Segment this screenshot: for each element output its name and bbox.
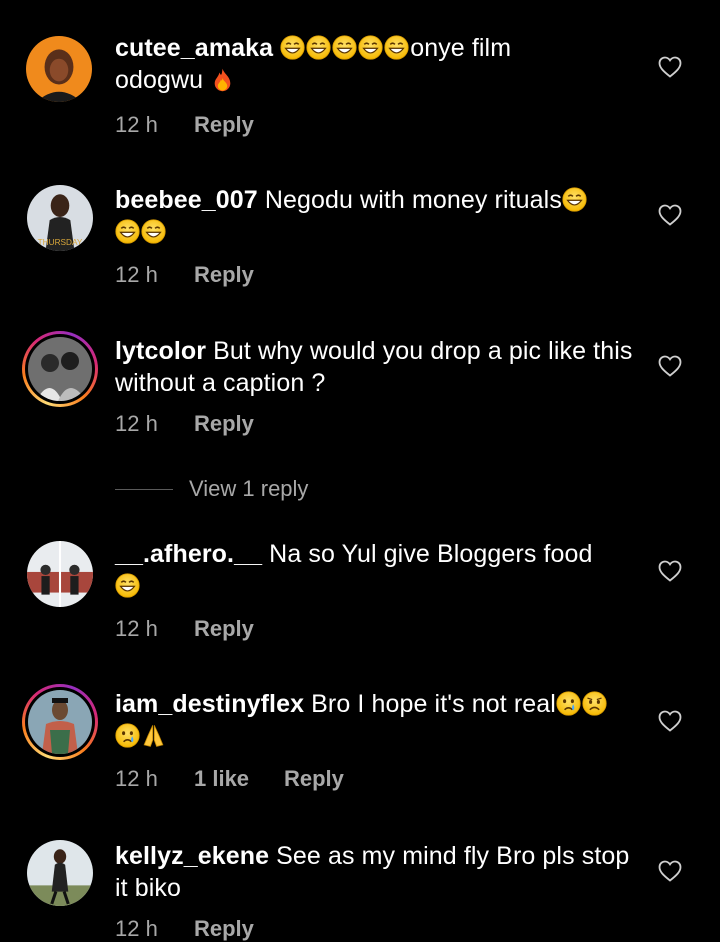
heart-outline-icon[interactable] <box>658 204 682 226</box>
comment-meta: 12 h Reply <box>115 916 254 942</box>
divider-line <box>115 488 173 490</box>
avatar-caption: THURSDAY <box>38 238 83 247</box>
comment-item: __.afhero.__ Na so Yul give Bloggers foo… <box>0 536 720 656</box>
heart-outline-icon[interactable] <box>658 56 682 78</box>
comment-item: cutee_amaka onye film odogwu 12 h Reply <box>0 32 720 152</box>
avatar[interactable] <box>24 34 94 104</box>
comment-text: Negodu with money rituals <box>264 186 562 214</box>
grin-emoji <box>115 219 140 244</box>
reply-button[interactable]: Reply <box>194 616 254 642</box>
grin-emoji <box>358 35 383 60</box>
heart-outline-icon[interactable] <box>658 860 682 882</box>
avatar-image <box>27 840 93 906</box>
comment-username[interactable]: beebee_007 <box>115 186 258 214</box>
comment-body: iam_destinyflex Bro I hope it's not real <box>115 688 635 752</box>
comment-body: kellyz_ekene See as my mind fly Bro pls … <box>115 840 635 904</box>
comment-text: Na so Yul give Bloggers food <box>269 540 593 568</box>
comment-username[interactable]: kellyz_ekene <box>115 842 269 870</box>
avatar-image <box>26 36 92 102</box>
view-replies-button[interactable]: View 1 reply <box>115 475 308 503</box>
comment-meta: 12 h Reply <box>115 616 254 642</box>
comment-body: cutee_amaka onye film odogwu <box>115 32 635 96</box>
timestamp: 12 h <box>115 262 158 287</box>
comment-text: onye film <box>410 34 512 62</box>
avatar-image <box>27 541 93 607</box>
comment-body: lytcolor But why would you drop a pic li… <box>115 335 635 399</box>
avatar-image <box>28 337 92 401</box>
avatar[interactable]: THURSDAY <box>26 184 94 252</box>
comment-username[interactable]: iam_destinyflex <box>115 690 304 718</box>
avatar[interactable] <box>26 540 94 608</box>
avatar-story-ring[interactable] <box>22 331 98 407</box>
comment-meta: 12 h Reply <box>115 411 254 437</box>
timestamp: 12 h <box>115 411 158 436</box>
sad-emoji <box>582 691 607 716</box>
avatar-story-ring[interactable] <box>22 684 98 760</box>
comment-item: THURSDAY beebee_007 Negodu with money ri… <box>0 182 720 302</box>
grin-emoji <box>384 35 409 60</box>
comment-item: iam_destinyflex Bro I hope it's not real… <box>0 684 720 804</box>
heart-outline-icon[interactable] <box>658 710 682 732</box>
reply-button[interactable]: Reply <box>194 411 254 437</box>
comment-text: odogwu <box>115 66 204 94</box>
comment-username[interactable]: lytcolor <box>115 337 206 365</box>
reply-button[interactable]: Reply <box>194 112 254 138</box>
grin-emoji <box>141 219 166 244</box>
cry-emoji <box>115 723 140 748</box>
timestamp: 12 h <box>115 616 158 641</box>
avatar-image <box>28 690 92 754</box>
grin-emoji <box>332 35 357 60</box>
comment-meta: 12 h Reply <box>115 112 254 138</box>
likes-count[interactable]: 1 like <box>194 766 284 792</box>
comment-username[interactable]: __.afhero.__ <box>115 540 262 568</box>
reply-button[interactable]: Reply <box>284 766 344 792</box>
comment-meta: 12 h Reply <box>115 262 254 288</box>
reply-button[interactable]: Reply <box>194 262 254 288</box>
heart-outline-icon[interactable] <box>658 355 682 377</box>
timestamp: 12 h <box>115 766 158 791</box>
comment-body: __.afhero.__ Na so Yul give Bloggers foo… <box>115 538 635 602</box>
avatar-image: THURSDAY <box>27 185 93 251</box>
heart-outline-icon[interactable] <box>658 560 682 582</box>
comment-item: lytcolor But why would you drop a pic li… <box>0 331 720 451</box>
timestamp: 12 h <box>115 112 158 137</box>
pray-emoji <box>141 723 166 748</box>
comment-body: beebee_007 Negodu with money rituals <box>115 184 635 248</box>
reply-button[interactable]: Reply <box>194 916 254 942</box>
comment-text: Bro I hope it's not real <box>311 690 556 718</box>
cry-emoji <box>556 691 581 716</box>
fire-emoji <box>210 67 235 92</box>
comment-username[interactable]: cutee_amaka <box>115 34 273 62</box>
timestamp: 12 h <box>115 916 158 941</box>
view-replies-label: View 1 reply <box>189 476 309 501</box>
grin-emoji <box>562 187 587 212</box>
avatar[interactable] <box>27 840 93 906</box>
comments-list: cutee_amaka onye film odogwu 12 h Reply … <box>0 0 720 942</box>
grin-emoji <box>306 35 331 60</box>
grin-emoji <box>280 35 305 60</box>
grin-emoji <box>115 573 140 598</box>
comment-item: kellyz_ekene See as my mind fly Bro pls … <box>0 836 720 942</box>
comment-meta: 12 h 1 like Reply <box>115 766 344 792</box>
